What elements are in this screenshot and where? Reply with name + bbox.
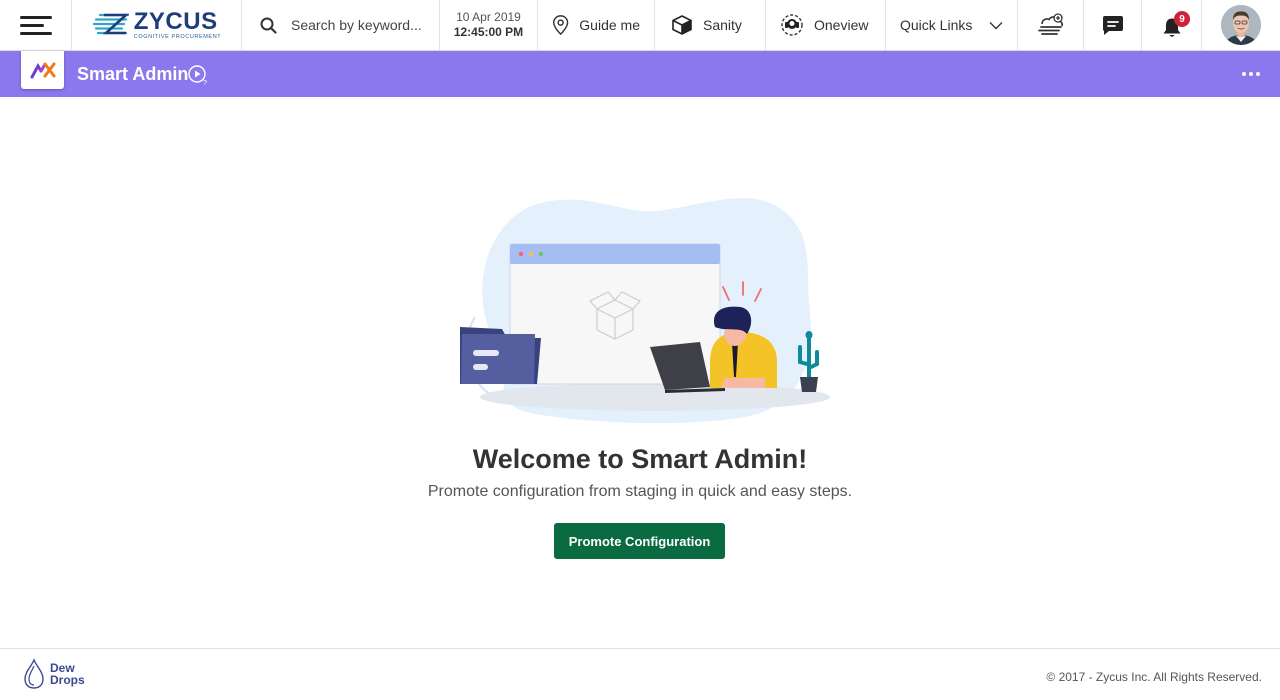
- menu-button[interactable]: [0, 0, 72, 50]
- oneview-button[interactable]: Oneview: [766, 0, 886, 50]
- location-pin-icon: [553, 15, 569, 36]
- menu-icon: [19, 15, 52, 35]
- drop-icon: [24, 658, 44, 689]
- quick-links-dropdown[interactable]: Quick Links: [886, 0, 1018, 50]
- app-title: Smart Admin: [77, 64, 189, 84]
- current-time: 12:45:00 PM: [453, 25, 524, 39]
- zycus-logo[interactable]: ZYCUS COGNITIVE PROCUREMENT: [72, 0, 242, 50]
- avatar: [1221, 5, 1261, 45]
- dewdrops-logo[interactable]: Dew Drops: [22, 657, 85, 691]
- app-header: Smart Admin ?: [0, 51, 1280, 97]
- datetime: 10 Apr 2019 12:45:00 PM: [440, 0, 538, 50]
- zycus-logo-mark-icon: [92, 13, 130, 35]
- welcome-illustration: [460, 198, 830, 424]
- quick-links-label: Quick Links: [900, 17, 973, 33]
- welcome-heading: Welcome to Smart Admin!: [472, 444, 808, 474]
- welcome-subtitle: Promote configuration from staging in qu…: [427, 483, 853, 500]
- guide-me-label: Guide me: [579, 17, 640, 33]
- chat-icon: [1102, 16, 1123, 35]
- logo-tagline: COGNITIVE PROCUREMENT: [133, 33, 222, 40]
- box-icon: [672, 15, 692, 35]
- cloud-add-button[interactable]: [1018, 0, 1084, 50]
- svg-text:?: ?: [203, 80, 207, 86]
- sanity-button[interactable]: Sanity: [655, 0, 766, 50]
- search-icon: [260, 17, 277, 34]
- oneview-label: Oneview: [814, 17, 869, 33]
- headset-icon: [781, 14, 803, 36]
- chevron-down-icon: [989, 21, 1003, 29]
- logo-text: ZYCUS: [133, 7, 218, 35]
- search-input[interactable]: Search by keyword...: [291, 17, 422, 33]
- notifications-button[interactable]: 9: [1142, 0, 1202, 50]
- more-icon[interactable]: [1242, 72, 1260, 76]
- promote-configuration-button[interactable]: Promote Configuration: [554, 523, 725, 559]
- cloud-add-icon: [1037, 13, 1063, 35]
- sanity-label: Sanity: [703, 17, 742, 33]
- smart-admin-logo[interactable]: [21, 51, 64, 89]
- play-help-icon[interactable]: ?: [187, 64, 209, 86]
- smart-admin-logo-icon: [30, 62, 55, 79]
- search-box[interactable]: Search by keyword...: [242, 0, 440, 50]
- copyright: © 2017 - Zycus Inc. All Rights Reserved.: [1046, 670, 1262, 684]
- chat-button[interactable]: [1084, 0, 1142, 50]
- notification-badge: 9: [1174, 11, 1190, 27]
- top-navbar: ZYCUS COGNITIVE PROCUREMENT Search by ke…: [0, 0, 1280, 51]
- dewdrops-logo-line2: Drops: [50, 673, 85, 687]
- profile-button[interactable]: [1202, 0, 1280, 50]
- guide-me-button[interactable]: Guide me: [538, 0, 655, 50]
- footer: Dew Drops © 2017 - Zycus Inc. All Rights…: [0, 648, 1280, 700]
- current-date: 10 Apr 2019: [456, 10, 521, 24]
